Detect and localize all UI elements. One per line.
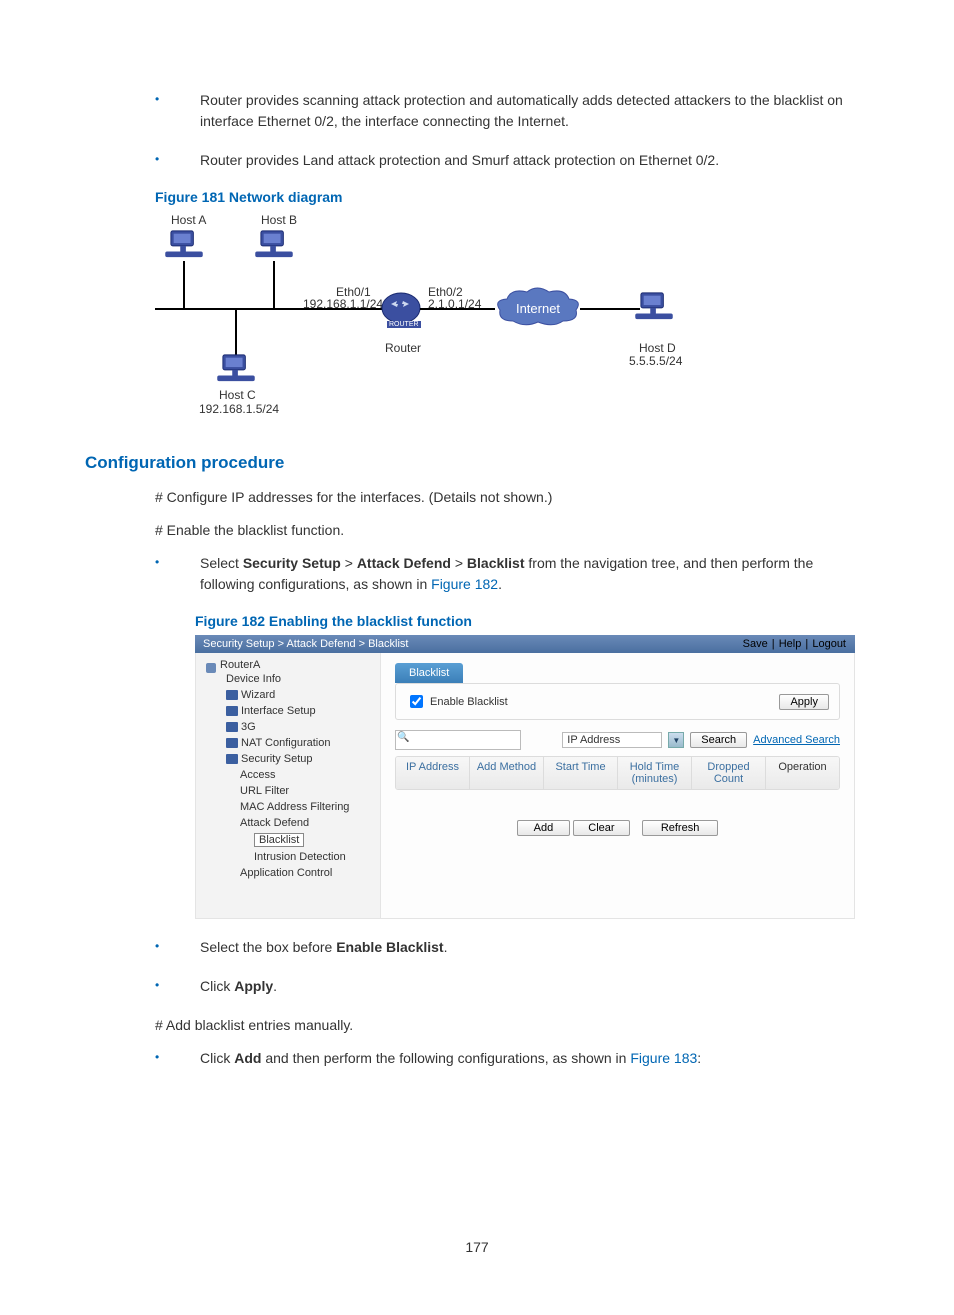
paragraph: # Add blacklist entries manually. [155,1015,869,1036]
host-d-label: Host D [639,341,676,355]
pc-icon [635,291,673,321]
navigation-tree: RouterA Device Info Wizard Interface Set… [196,653,381,918]
router-box-label: ROUTER [387,321,421,328]
host-a-label: Host A [171,213,206,227]
clear-button[interactable]: Clear [573,820,629,836]
list-item: Click Apply. [155,976,869,997]
search-input[interactable] [395,730,521,750]
eth01-ip: 192.168.1.1/24 [303,297,383,311]
checkbox-icon[interactable] [410,695,423,708]
nav-root[interactable]: RouterA [206,659,376,671]
search-button[interactable]: Search [690,732,747,748]
paragraph: # Enable the blacklist function. [155,520,869,541]
host-d-ip: 5.5.5.5/24 [629,354,682,368]
list-item: Select Security Setup > Attack Defend > … [155,553,869,595]
folder-icon [226,690,238,700]
save-link[interactable]: Save [743,638,768,650]
advanced-search-link[interactable]: Advanced Search [753,734,840,746]
figure-link-183[interactable]: Figure 183 [630,1050,697,1066]
host-b-label: Host B [261,213,297,227]
folder-icon [226,706,238,716]
nav-attack-defend[interactable]: Attack Defend [206,815,376,831]
nav-access[interactable]: Access [206,767,376,783]
list-item: Click Add and then perform the following… [155,1048,869,1069]
network-diagram: Host A Host B Host C 192.168.1.5/24 [155,213,715,423]
col-hold[interactable]: Hold Time (minutes) [618,757,692,789]
list-item: Select the box before Enable Blacklist. [155,937,869,958]
list-item: Router provides Land attack protection a… [155,150,869,171]
host-c-label: Host C [219,388,256,402]
nav-app-control[interactable]: Application Control [206,865,376,881]
refresh-button[interactable]: Refresh [642,820,719,836]
chevron-down-icon[interactable]: ▼ [668,732,684,748]
pc-icon [217,353,255,383]
pc-icon [255,229,293,259]
nav-url-filter[interactable]: URL Filter [206,783,376,799]
search-field-select[interactable]: IP Address [562,732,662,748]
nav-interface-setup[interactable]: Interface Setup [206,703,376,719]
col-ip[interactable]: IP Address [396,757,470,789]
help-link[interactable]: Help [779,638,802,650]
heading-config-procedure: Configuration procedure [85,453,869,473]
pc-icon [165,229,203,259]
enable-blacklist-checkbox[interactable]: Enable Blacklist [406,692,508,711]
page-number: 177 [85,1239,869,1255]
col-operation: Operation [766,757,839,789]
router-label: Router [385,341,421,355]
nav-wizard[interactable]: Wizard [206,687,376,703]
tab-blacklist[interactable]: Blacklist [395,663,463,683]
folder-icon [226,754,238,764]
folder-icon [226,738,238,748]
nav-security-setup[interactable]: Security Setup [206,751,376,767]
nav-blacklist[interactable]: Blacklist [206,831,376,849]
apply-button[interactable]: Apply [779,694,829,710]
figure-caption-181: Figure 181 Network diagram [155,189,869,205]
folder-icon [226,722,238,732]
search-icon: 🔍 [397,732,409,743]
blacklist-table: IP Address Add Method Start Time Hold Ti… [395,756,840,790]
internet-cloud: Internet [493,286,583,331]
breadcrumb: Security Setup > Attack Defend > Blackli… [203,638,408,650]
paragraph: # Configure IP addresses for the interfa… [155,487,869,508]
nav-nat[interactable]: NAT Configuration [206,735,376,751]
logout-link[interactable]: Logout [812,638,846,650]
nav-device-info[interactable]: Device Info [206,671,376,687]
nav-mac-filter[interactable]: MAC Address Filtering [206,799,376,815]
figure-caption-182: Figure 182 Enabling the blacklist functi… [195,613,869,629]
ui-screenshot: Security Setup > Attack Defend > Blackli… [195,635,855,919]
host-c-ip: 192.168.1.5/24 [199,402,279,416]
nav-3g[interactable]: 3G [206,719,376,735]
add-button[interactable]: Add [517,820,571,836]
nav-intrusion[interactable]: Intrusion Detection [206,849,376,865]
list-item: Router provides scanning attack protecti… [155,90,869,132]
figure-link-182[interactable]: Figure 182 [431,576,498,592]
col-method[interactable]: Add Method [470,757,544,789]
col-dropped[interactable]: Dropped Count [692,757,766,789]
col-start[interactable]: Start Time [544,757,618,789]
